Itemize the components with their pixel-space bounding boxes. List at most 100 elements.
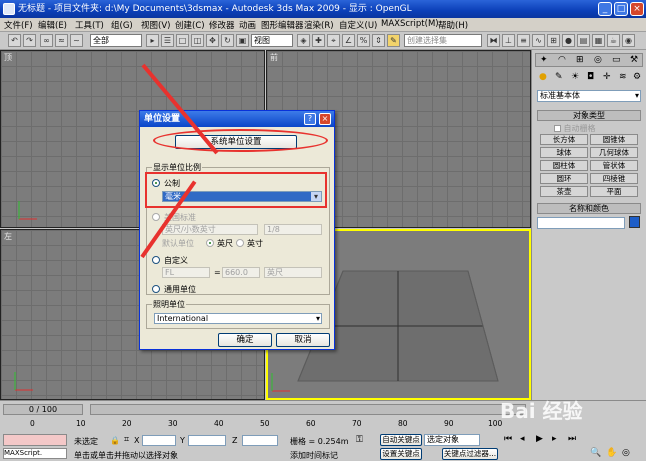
help-button[interactable]: ?	[304, 113, 316, 125]
lock-icon[interactable]: 🔒	[110, 436, 120, 445]
align-icon[interactable]: ⊥	[502, 34, 515, 47]
reference-coord-select[interactable]: 视图	[251, 34, 293, 47]
us-fraction-select[interactable]: 1/8	[264, 224, 322, 235]
object-color-swatch[interactable]	[629, 216, 640, 228]
maxscript-listener-mini[interactable]	[3, 434, 67, 446]
auto-key-button[interactable]: 自动关键点	[380, 434, 422, 446]
cameras-icon[interactable]: ◘	[587, 72, 594, 82]
unlink-icon[interactable]: ≈	[55, 34, 68, 47]
menu-views[interactable]: 视图(V)	[141, 19, 170, 31]
feet-radio[interactable]	[206, 239, 214, 247]
edit-named-selection-icon[interactable]: ✎	[387, 34, 400, 47]
menu-customize[interactable]: 自定义(U)	[339, 19, 377, 31]
close-button[interactable]: ×	[630, 2, 644, 16]
custom-unit-select[interactable]: 英尺	[264, 267, 322, 278]
material-editor-icon[interactable]: ●	[562, 34, 575, 47]
time-slider[interactable]: 0 / 100	[3, 404, 83, 415]
selected-object-select[interactable]: 选定对象	[424, 434, 480, 446]
quick-render-icon[interactable]: ☕	[607, 34, 620, 47]
autogrid-checkbox[interactable]: 自动栅格	[554, 123, 596, 134]
ok-button[interactable]: 确定	[218, 333, 272, 347]
inches-radio[interactable]	[236, 239, 244, 247]
cylinder-button[interactable]: 圆柱体	[540, 160, 588, 171]
us-unit-select[interactable]: 英尺/小数英寸	[162, 224, 258, 235]
undo-icon[interactable]: ↶	[8, 34, 21, 47]
menu-create[interactable]: 创建(C)	[175, 19, 205, 31]
mirror-icon[interactable]: ⧓	[487, 34, 500, 47]
motion-tab-icon[interactable]: ◎	[594, 55, 602, 65]
named-selection-set-select[interactable]: 创建选择集	[404, 34, 482, 47]
region-select-icon[interactable]: □	[176, 34, 189, 47]
viewport-label-top[interactable]: 顶	[4, 52, 12, 63]
go-to-end-icon[interactable]: ⏭	[568, 434, 576, 444]
dialog-close-button[interactable]: ×	[319, 113, 331, 125]
helpers-icon[interactable]: ✛	[603, 72, 611, 82]
custom-radio[interactable]	[152, 256, 160, 264]
manipulate-icon[interactable]: ✚	[312, 34, 325, 47]
menu-animation[interactable]: 动画	[239, 19, 256, 31]
tube-button[interactable]: 管状体	[590, 160, 638, 171]
curve-editor-icon[interactable]: ∿	[532, 34, 545, 47]
pyramid-button[interactable]: 四棱锥	[590, 173, 638, 184]
window-crossing-icon[interactable]: ◫	[191, 34, 204, 47]
next-frame-icon[interactable]: ▸	[552, 434, 557, 444]
torus-button[interactable]: 圆环	[540, 173, 588, 184]
menu-group[interactable]: 组(G)	[111, 19, 133, 31]
maximize-button[interactable]: □	[614, 2, 628, 16]
percent-snap-icon[interactable]: %	[357, 34, 370, 47]
lights-icon[interactable]: ☀	[571, 72, 579, 82]
spinner-snap-icon[interactable]: ⇕	[372, 34, 385, 47]
menu-modifiers[interactable]: 修改器	[209, 19, 235, 31]
display-tab-icon[interactable]: ▭	[612, 55, 621, 65]
hierarchy-tab-icon[interactable]: ⊞	[576, 55, 584, 65]
scale-icon[interactable]: ▣	[236, 34, 249, 47]
rotate-icon[interactable]: ↻	[221, 34, 234, 47]
menu-graph-editors[interactable]: 图形编辑器	[261, 19, 304, 31]
selection-filter-select[interactable]: 全部	[90, 34, 142, 47]
box-button[interactable]: 长方体	[540, 134, 588, 145]
us-standard-radio[interactable]	[152, 213, 160, 221]
object-type-header[interactable]: 对象类型	[537, 110, 641, 121]
z-coord-input[interactable]	[242, 435, 278, 446]
name-color-header[interactable]: 名称和颜色	[537, 203, 641, 214]
zoom-icon[interactable]: 🔍	[590, 448, 601, 458]
bind-spacewarp-icon[interactable]: ~	[70, 34, 83, 47]
go-to-start-icon[interactable]: ⏮	[504, 434, 512, 444]
add-time-tag[interactable]: 添加时间标记	[290, 450, 338, 461]
orbit-icon[interactable]: ◎	[622, 448, 630, 458]
lighting-units-select[interactable]: International ▾	[154, 313, 322, 324]
utilities-tab-icon[interactable]: ⚒	[630, 55, 638, 65]
prev-frame-icon[interactable]: ◂	[520, 434, 525, 444]
create-tab-icon[interactable]: ✦	[540, 55, 548, 65]
pivot-icon[interactable]: ◈	[297, 34, 310, 47]
key-icon[interactable]: ⚿	[356, 435, 363, 445]
object-name-input[interactable]	[537, 217, 625, 229]
render-icon[interactable]: ◉	[622, 34, 635, 47]
link-icon[interactable]: ∞	[40, 34, 53, 47]
teapot-button[interactable]: 茶壶	[540, 186, 588, 197]
x-coord-input[interactable]	[142, 435, 176, 446]
geometry-icon[interactable]: ●	[539, 72, 547, 82]
absolute-mode-icon[interactable]: ⌗	[124, 435, 129, 445]
select-object-icon[interactable]: ▸	[146, 34, 159, 47]
move-icon[interactable]: ✥	[206, 34, 219, 47]
plane-button[interactable]: 平面	[590, 186, 638, 197]
menu-tools[interactable]: 工具(T)	[75, 19, 104, 31]
command-panel-tabs[interactable]: ✦ ◠ ⊞ ◎ ▭ ⚒	[535, 53, 643, 67]
pan-icon[interactable]: ✋	[606, 448, 617, 458]
spacewarps-icon[interactable]: ≋	[619, 72, 627, 82]
render-setup-icon[interactable]: ▤	[577, 34, 590, 47]
menu-help[interactable]: 帮助(H)	[438, 19, 468, 31]
track-bar[interactable]	[90, 404, 526, 415]
key-filters-button[interactable]: 关键点过滤器...	[442, 448, 498, 460]
modify-tab-icon[interactable]: ◠	[558, 55, 566, 65]
menu-maxscript[interactable]: MAXScript(M)	[381, 19, 439, 29]
cone-button[interactable]: 圆锥体	[590, 134, 638, 145]
systems-icon[interactable]: ⚙	[633, 72, 641, 82]
menu-edit[interactable]: 编辑(E)	[38, 19, 67, 31]
viewport-label-front[interactable]: 前	[270, 52, 278, 63]
y-coord-input[interactable]	[188, 435, 226, 446]
generic-units-radio[interactable]	[152, 285, 160, 293]
select-by-name-icon[interactable]: ☰	[161, 34, 174, 47]
maxscript-label[interactable]: MAXScript.	[3, 448, 67, 459]
